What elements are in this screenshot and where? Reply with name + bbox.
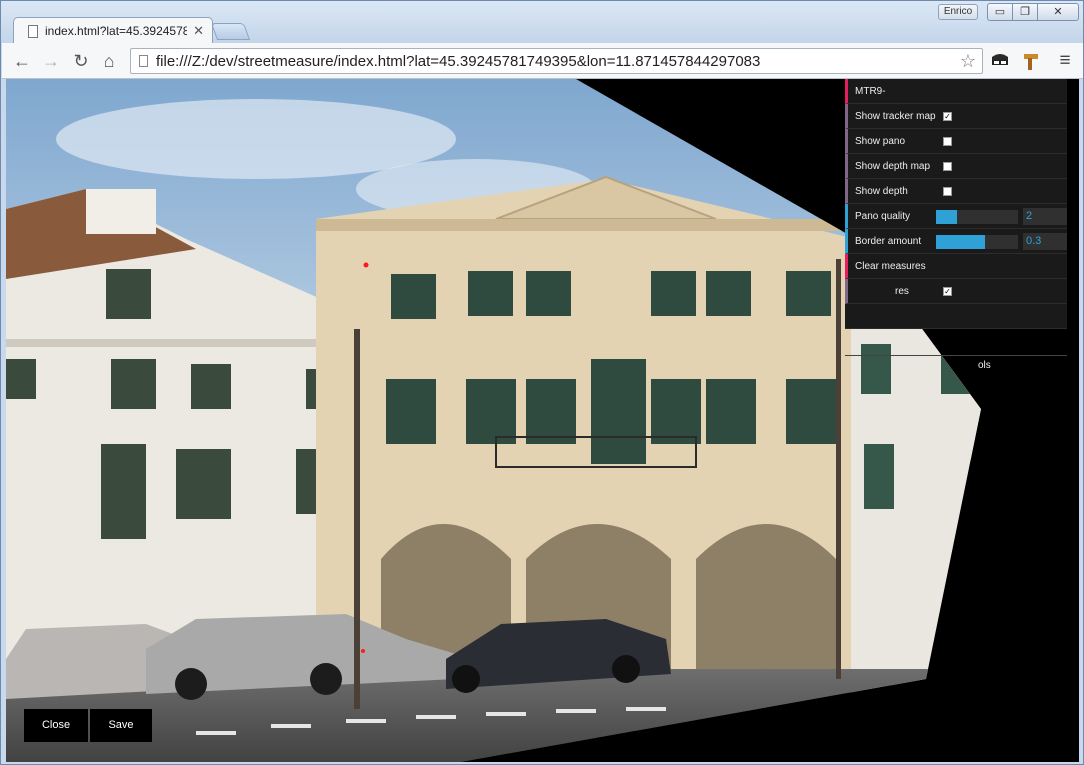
url-text[interactable]: file:///Z:/dev/streetmeasure/index.html?… — [156, 53, 960, 70]
close-window-button[interactable]: ✕ — [1037, 3, 1079, 21]
show-pano-checkbox[interactable] — [943, 137, 952, 146]
pano-quality-slider-fill — [936, 210, 957, 224]
browser-window: Enrico ▭ ❐ ✕ index.html?lat=45.3924578 ✕… — [0, 0, 1084, 765]
maximize-button[interactable]: ❐ — [1012, 3, 1038, 21]
new-tab-button[interactable] — [210, 23, 251, 40]
show-pano-label: Show pano — [855, 135, 906, 147]
gui-divider — [845, 355, 1067, 356]
border-amount-row: Border amount 0.3 — [845, 229, 1067, 254]
star-icon[interactable]: ☆ — [960, 51, 976, 72]
clear-measures-button[interactable]: Clear measures — [845, 254, 1067, 279]
show-measures-checkbox[interactable]: ✓ — [943, 287, 952, 296]
tab-active[interactable]: index.html?lat=45.3924578 ✕ — [13, 17, 213, 44]
clear-measures-label: Clear measures — [855, 260, 926, 272]
address-bar[interactable]: file:///Z:/dev/streetmeasure/index.html?… — [130, 48, 983, 74]
page-icon — [28, 24, 38, 38]
show-depth-checkbox[interactable] — [943, 187, 952, 196]
hammer-extension-icon[interactable] — [1020, 51, 1042, 71]
close-button[interactable]: Close — [24, 709, 88, 742]
minimize-button[interactable]: ▭ — [987, 3, 1013, 21]
show-depth-label: Show depth — [855, 185, 908, 197]
show-depth-row[interactable]: Show depth — [845, 179, 1067, 204]
pano-quality-input[interactable]: 2 — [1023, 208, 1067, 225]
show-depth-map-label: Show depth map — [855, 160, 931, 172]
save-button[interactable]: Save — [90, 709, 152, 742]
menu-icon[interactable]: ≡ — [1054, 50, 1076, 72]
pano-quality-row: Pano quality 2 — [845, 204, 1067, 229]
show-tracker-map-label: Show tracker map — [855, 110, 936, 122]
border-amount-input[interactable]: 0.3 — [1023, 233, 1067, 250]
gui-title-label: MTR9- — [855, 85, 886, 97]
gui-folder-title[interactable]: MTR9- — [845, 79, 1067, 104]
mask-extension-icon[interactable] — [989, 51, 1011, 71]
forward-icon[interactable]: → — [40, 50, 62, 72]
tab-title: index.html?lat=45.3924578 — [45, 24, 188, 38]
show-tracker-map-checkbox[interactable]: ✓ — [943, 112, 952, 121]
reload-icon[interactable]: ↻ — [70, 50, 92, 72]
back-icon[interactable]: ← — [11, 50, 33, 72]
file-icon — [139, 55, 148, 67]
show-depth-map-checkbox[interactable] — [943, 162, 952, 171]
tab-close-icon[interactable]: ✕ — [193, 23, 204, 39]
border-amount-label: Border amount — [855, 235, 922, 247]
show-measures-row[interactable]: res ✓ — [845, 279, 1067, 304]
controls-panel: MTR9- Show tracker map ✓ Show pano Show … — [845, 79, 1067, 329]
gui-spacer — [845, 304, 1067, 329]
border-amount-slider-fill — [936, 235, 986, 249]
home-icon[interactable]: ⌂ — [98, 50, 120, 72]
browser-toolbar: ← → ↻ ⌂ file:///Z:/dev/streetmeasure/ind… — [2, 43, 1083, 79]
show-tracker-map-row[interactable]: Show tracker map ✓ — [845, 104, 1067, 129]
pano-quality-slider[interactable] — [936, 210, 1018, 224]
show-depth-map-row[interactable]: Show depth map — [845, 154, 1067, 179]
show-measures-label: res — [895, 285, 909, 297]
pano-quality-label: Pano quality — [855, 210, 911, 222]
page-viewport: MTR9- Show tracker map ✓ Show pano Show … — [6, 79, 1079, 762]
title-bar: Enrico ▭ ❐ ✕ index.html?lat=45.3924578 ✕ — [1, 1, 1083, 44]
border-amount-slider[interactable] — [936, 235, 1018, 249]
close-controls-label[interactable]: ols — [978, 360, 991, 371]
profile-badge[interactable]: Enrico — [938, 4, 978, 20]
show-pano-row[interactable]: Show pano — [845, 129, 1067, 154]
